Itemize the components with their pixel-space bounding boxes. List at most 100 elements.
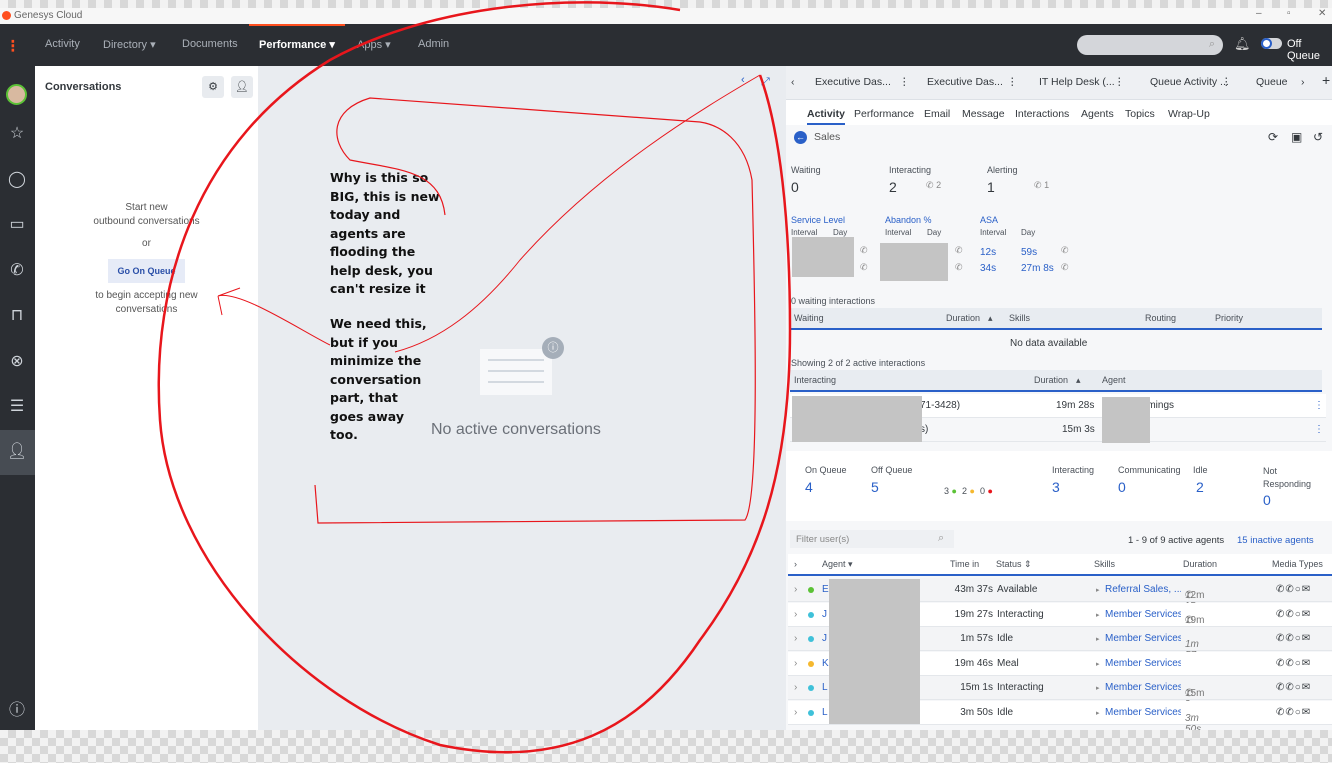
help-icon[interactable]: ⓘ	[7, 701, 27, 721]
media-types-icons: ✆✆○✉	[1276, 682, 1312, 693]
agent-skills-link[interactable]: Member Services	[1105, 609, 1181, 620]
settings-button[interactable]: ⚙	[202, 76, 224, 98]
subtab-interactions[interactable]: Interactions	[1015, 108, 1069, 120]
star-icon[interactable]: ☆	[7, 124, 27, 144]
start-text: Start new	[125, 202, 168, 213]
col-skills[interactable]: Skills	[1009, 313, 1030, 323]
inactive-agents-link[interactable]: 15 inactive agents	[1237, 535, 1314, 546]
expand-button[interactable]: ⤢	[761, 76, 770, 89]
nav-directory-label: Directory	[103, 39, 148, 51]
chat-icon[interactable]: ◯	[7, 170, 27, 190]
agent-skills-link[interactable]: Member Services	[1105, 633, 1181, 644]
waiting-count: 0 waiting interactions	[791, 296, 876, 306]
agent-name-link[interactable]: K	[822, 658, 829, 669]
row-menu-icon[interactable]: ⋮	[1314, 424, 1324, 435]
nav-performance[interactable]: Performance ▾	[259, 38, 335, 51]
col-duration[interactable]: Duration	[1183, 559, 1217, 569]
close-button[interactable]: ✕	[1318, 8, 1326, 19]
tab-menu-icon[interactable]: ⋮	[1221, 76, 1232, 88]
inbox-icon[interactable]: ⊓	[7, 306, 27, 326]
agent-skills-link[interactable]: Referral Sales, ...	[1105, 584, 1181, 595]
tabs-next-button[interactable]: ›	[1301, 76, 1305, 88]
video-icon[interactable]: ▭	[7, 215, 27, 235]
col-agent[interactable]: Agent ▾	[822, 559, 853, 570]
agents-interacting-label: Interacting	[1052, 465, 1095, 475]
expand-row-icon[interactable]: ›	[794, 707, 797, 718]
row-menu-icon[interactable]: ⋮	[1314, 400, 1324, 411]
filter-placeholder: Filter user(s)	[796, 534, 850, 545]
col-routing[interactable]: Routing	[1145, 313, 1176, 323]
col-status[interactable]: Status ⇕	[996, 559, 1032, 570]
nav-activity[interactable]: Activity	[45, 38, 80, 50]
col-time-in[interactable]: Time in	[950, 559, 979, 569]
col-media-types[interactable]: Media Types	[1272, 559, 1323, 569]
agent-skills-link[interactable]: Member Services	[1105, 682, 1181, 693]
save-icon[interactable]: ▣	[1291, 130, 1302, 144]
col-skills[interactable]: Skills	[1094, 559, 1115, 569]
nav-admin[interactable]: Admin	[418, 38, 449, 50]
subtab-email[interactable]: Email	[924, 108, 950, 120]
avatar[interactable]	[6, 84, 27, 105]
agent-name-link[interactable]: J	[822, 609, 827, 620]
tab-menu-icon[interactable]: ⋮	[899, 76, 910, 88]
go-on-queue-button[interactable]: Go On Queue	[108, 259, 185, 283]
subtab-message[interactable]: Message	[962, 108, 1005, 120]
add-participant-button[interactable]: 👤︎	[231, 76, 253, 98]
nav-documents[interactable]: Documents	[182, 38, 238, 50]
nav-directory[interactable]: Directory ▾	[103, 38, 156, 51]
back-button[interactable]: ←	[794, 131, 807, 144]
tabs-prev-button[interactable]: ‹	[791, 76, 795, 88]
agent-name-link[interactable]: E	[822, 584, 829, 595]
bell-icon[interactable]: 🔔︎	[1234, 36, 1251, 52]
col-priority[interactable]: Priority	[1215, 313, 1243, 323]
restore-button[interactable]: ▫	[1287, 8, 1291, 19]
dashboard-tab[interactable]: Executive Das...	[815, 76, 891, 88]
subtab-activity[interactable]: Activity	[807, 108, 845, 125]
reset-icon[interactable]: ↺	[1313, 130, 1323, 144]
refresh-icon[interactable]: ⟳	[1268, 130, 1278, 144]
expand-row-icon[interactable]: ›	[794, 609, 797, 620]
subtab-wrap-up[interactable]: Wrap-Up	[1168, 108, 1210, 120]
col-duration[interactable]: Duration	[1034, 375, 1068, 385]
col-status-label: Status	[996, 559, 1022, 569]
expand-row-icon[interactable]: ›	[794, 682, 797, 693]
agent-skills-link[interactable]: Member Services	[1105, 707, 1181, 718]
expand-all-icon[interactable]: ›	[794, 559, 797, 569]
dashboard-tab[interactable]: IT Help Desk (...	[1039, 76, 1115, 88]
tab-menu-icon[interactable]: ⋮	[1007, 76, 1018, 88]
agent-name-link[interactable]: J	[822, 633, 827, 644]
subtab-performance[interactable]: Performance	[854, 108, 914, 120]
dashboard-tab[interactable]: Queue	[1256, 76, 1288, 88]
off-queue-toggle[interactable]	[1261, 38, 1282, 49]
dashboard-tab[interactable]: Queue Activity ...	[1150, 76, 1229, 88]
minimize-button[interactable]: –	[1256, 8, 1262, 19]
phone-outbound-icon[interactable]: ✆	[7, 261, 27, 281]
lifebuoy-icon[interactable]: ⊗	[7, 352, 27, 372]
add-tab-button[interactable]: +	[1322, 72, 1330, 88]
status-counts: 3 ● 2 ● 0 ●	[944, 486, 993, 496]
col-interacting[interactable]: Interacting	[794, 375, 836, 385]
red-count: 0	[979, 486, 985, 496]
col-duration[interactable]: Duration	[946, 313, 980, 323]
search-input[interactable]: ⌕	[1077, 35, 1223, 55]
expand-row-icon[interactable]: ›	[794, 658, 797, 669]
expand-row-icon[interactable]: ›	[794, 584, 797, 595]
begin-text: to begin accepting new	[95, 290, 198, 301]
not-responding-value: 0	[1263, 492, 1271, 508]
subtab-agents[interactable]: Agents	[1081, 108, 1114, 120]
nav-apps[interactable]: Apps ▾	[357, 38, 391, 51]
collapse-left-button[interactable]: ‹	[741, 74, 745, 86]
idle-label: Idle	[1193, 465, 1208, 475]
list-icon[interactable]: ☰	[7, 397, 27, 417]
agent-skills-link[interactable]: Member Services	[1105, 658, 1181, 669]
subtab-topics[interactable]: Topics	[1125, 108, 1155, 120]
filter-users-input[interactable]: Filter user(s) ⌕	[790, 530, 954, 548]
agent-name-link[interactable]: L	[822, 682, 828, 693]
tab-menu-icon[interactable]: ⋮	[1114, 76, 1125, 88]
sidebar-item-active[interactable]: 👤︎	[0, 430, 35, 475]
col-agent[interactable]: Agent	[1102, 375, 1126, 385]
col-waiting[interactable]: Waiting	[794, 313, 824, 323]
dashboard-tab[interactable]: Executive Das...	[927, 76, 1003, 88]
agent-name-link[interactable]: L	[822, 707, 828, 718]
expand-row-icon[interactable]: ›	[794, 633, 797, 644]
